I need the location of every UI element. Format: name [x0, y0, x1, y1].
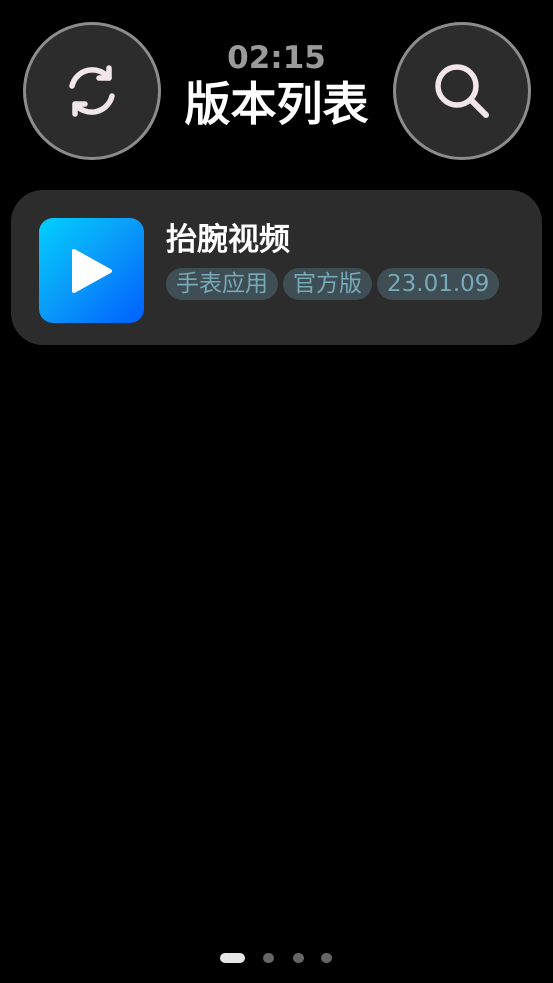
app-name: 抬腕视频 — [166, 222, 290, 258]
page-dot-3 — [293, 953, 304, 963]
app-tags: 手表应用 官方版 23.01.09 — [166, 268, 500, 300]
page-indicator — [0, 952, 553, 964]
app-icon — [39, 218, 144, 323]
search-button[interactable] — [393, 22, 531, 160]
tag-type: 手表应用 — [166, 268, 278, 300]
page-dot-2 — [263, 953, 274, 963]
page-dot-1 — [220, 953, 245, 963]
tag-edition: 官方版 — [283, 268, 372, 300]
app-list-item[interactable]: 抬腕视频 手表应用 官方版 23.01.09 — [11, 190, 542, 345]
tag-version: 23.01.09 — [377, 268, 500, 300]
page-dot-4 — [321, 953, 332, 963]
play-icon — [71, 248, 112, 293]
search-icon — [435, 64, 489, 118]
